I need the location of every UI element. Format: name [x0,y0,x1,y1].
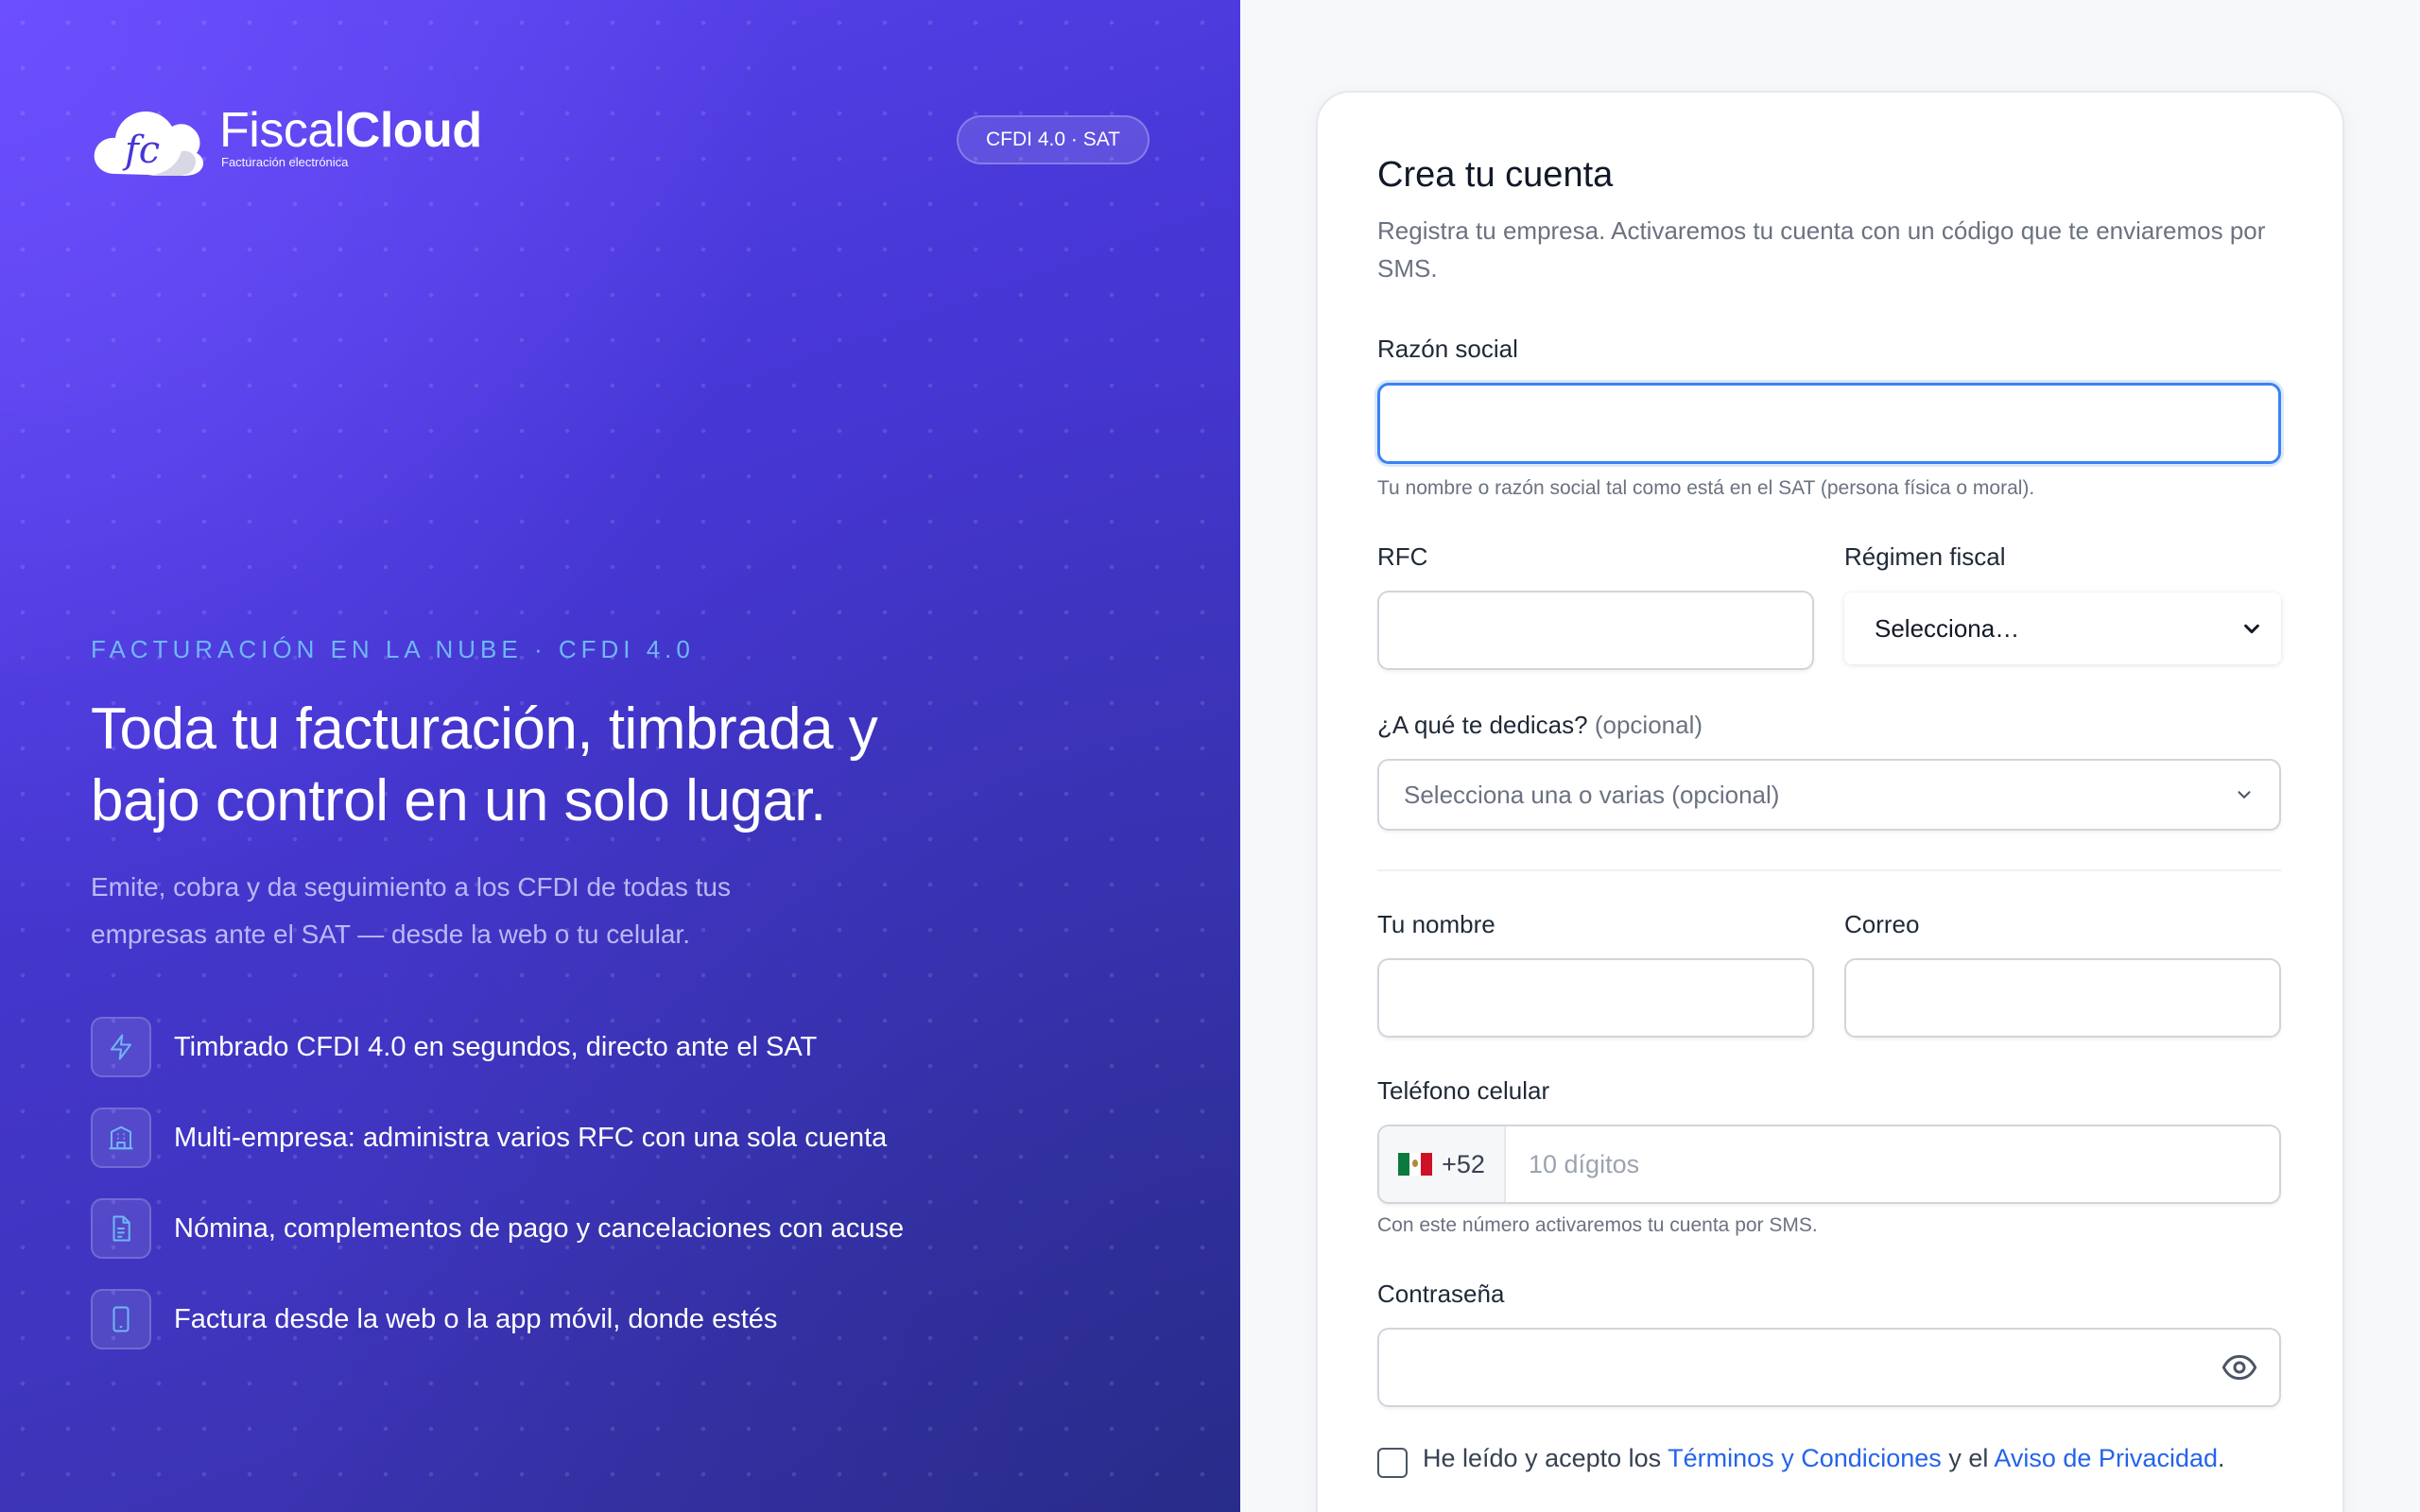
rfc-label: RFC [1377,542,1428,571]
terms-link[interactable]: Términos y Condiciones [1668,1444,1942,1472]
chevron-down-icon [2238,791,2251,799]
headline-line-2: bajo control en un solo lugar. [91,768,826,833]
form-divider [1377,869,2281,871]
document-icon [91,1198,151,1259]
hero-panel: fc FiscalCloud Facturación electrónica C… [0,0,1240,1512]
feature-item: Multi-empresa: administra varios RFC con… [91,1108,904,1168]
brand-logo[interactable]: fc FiscalCloud Facturación electrónica [91,102,482,178]
brand-name: FiscalCloud [219,104,482,157]
country-code-selector[interactable]: +52 [1379,1126,1506,1202]
rfc-input[interactable] [1377,591,1814,670]
eye-icon[interactable] [2221,1349,2258,1386]
feature-list: Timbrado CFDI 4.0 en segundos, directo a… [91,1017,904,1380]
telefono-input[interactable]: 10 dígitos [1529,1126,1639,1202]
logo-monogram: fc [122,129,160,172]
telefono-hint: Con este número activaremos tu cuenta po… [1377,1214,1818,1236]
chevron-down-icon [2244,624,2259,634]
correo-label: Correo [1844,910,1920,938]
feature-label: Nómina, complementos de pago y cancelaci… [174,1212,905,1244]
privacy-link[interactable]: Aviso de Privacidad [1994,1444,2218,1472]
dedicas-multiselect[interactable]: Selecciona una o varias (opcional) [1377,759,2281,831]
mexico-flag-icon [1398,1153,1433,1176]
regimen-label: Régimen fiscal [1844,542,2006,571]
dedicas-optional: (opcional) [1594,711,1703,739]
regimen-selected-value: Selecciona… [1875,613,2020,643]
telefono-field: +52 10 dígitos [1377,1125,2281,1204]
smartphone-icon [91,1289,151,1349]
hero-headline: Toda tu facturación, timbrada y bajo con… [91,694,942,837]
headline-line-1: Toda tu facturación, timbrada y [91,696,878,762]
regimen-select[interactable]: Selecciona… [1844,593,2281,664]
terms-middle: y el [1948,1444,1989,1472]
terms-suffix: . [2218,1444,2225,1472]
correo-input[interactable] [1844,958,2281,1038]
razon-social-input[interactable] [1377,383,2281,464]
nombre-input[interactable] [1377,958,1814,1038]
cfdi-badge: CFDI 4.0 · SAT [957,115,1150,164]
password-label: Contraseña [1377,1280,1505,1308]
hero-eyebrow: FACTURACIÓN EN LA NUBE · CFDI 4.0 [91,635,695,663]
cloud-logo-icon: fc [94,112,204,176]
dedicas-placeholder: Selecciona una o varias (opcional) [1404,780,1780,809]
brand-tagline: Facturación electrónica [221,154,349,169]
lightning-icon [91,1017,151,1077]
feature-item: Timbrado CFDI 4.0 en segundos, directo a… [91,1017,904,1077]
razon-social-label: Razón social [1377,335,1518,363]
brand-name-bold: Cloud [344,102,482,158]
terms-text: He leído y acepto los Términos y Condici… [1423,1444,2225,1473]
subtext-line-1: Emite, cobra y da seguimiento a los CFDI… [91,872,731,902]
password-input[interactable] [1377,1328,2281,1407]
subtext-line-2: empresas ante el SAT — desde la web o tu… [91,919,690,949]
telefono-label: Teléfono celular [1377,1076,1550,1105]
feature-label: Timbrado CFDI 4.0 en segundos, directo a… [174,1031,818,1062]
feature-label: Multi-empresa: administra varios RFC con… [174,1122,888,1153]
form-title: Crea tu cuenta [1377,155,1614,195]
hero-subtext: Emite, cobra y da seguimiento a los CFDI… [91,864,866,958]
country-code: +52 [1442,1149,1485,1178]
razon-social-hint: Tu nombre o razón social tal como está e… [1377,477,2035,499]
feature-label: Factura desde la web o la app móvil, don… [174,1303,778,1334]
terms-prefix: He leído y acepto los [1423,1444,1662,1472]
dedicas-label-text: ¿A qué te dedicas? [1377,711,1588,739]
terms-checkbox[interactable] [1377,1448,1408,1478]
nombre-label: Tu nombre [1377,910,1495,938]
dedicas-label: ¿A qué te dedicas? (opcional) [1377,711,1703,740]
form-subtitle: Registra tu empresa. Activaremos tu cuen… [1377,216,2266,283]
feature-item: Nómina, complementos de pago y cancelaci… [91,1198,904,1259]
feature-item: Factura desde la web o la app móvil, don… [91,1289,904,1349]
brand-name-light: Fiscal [219,102,345,158]
building-icon [91,1108,151,1168]
